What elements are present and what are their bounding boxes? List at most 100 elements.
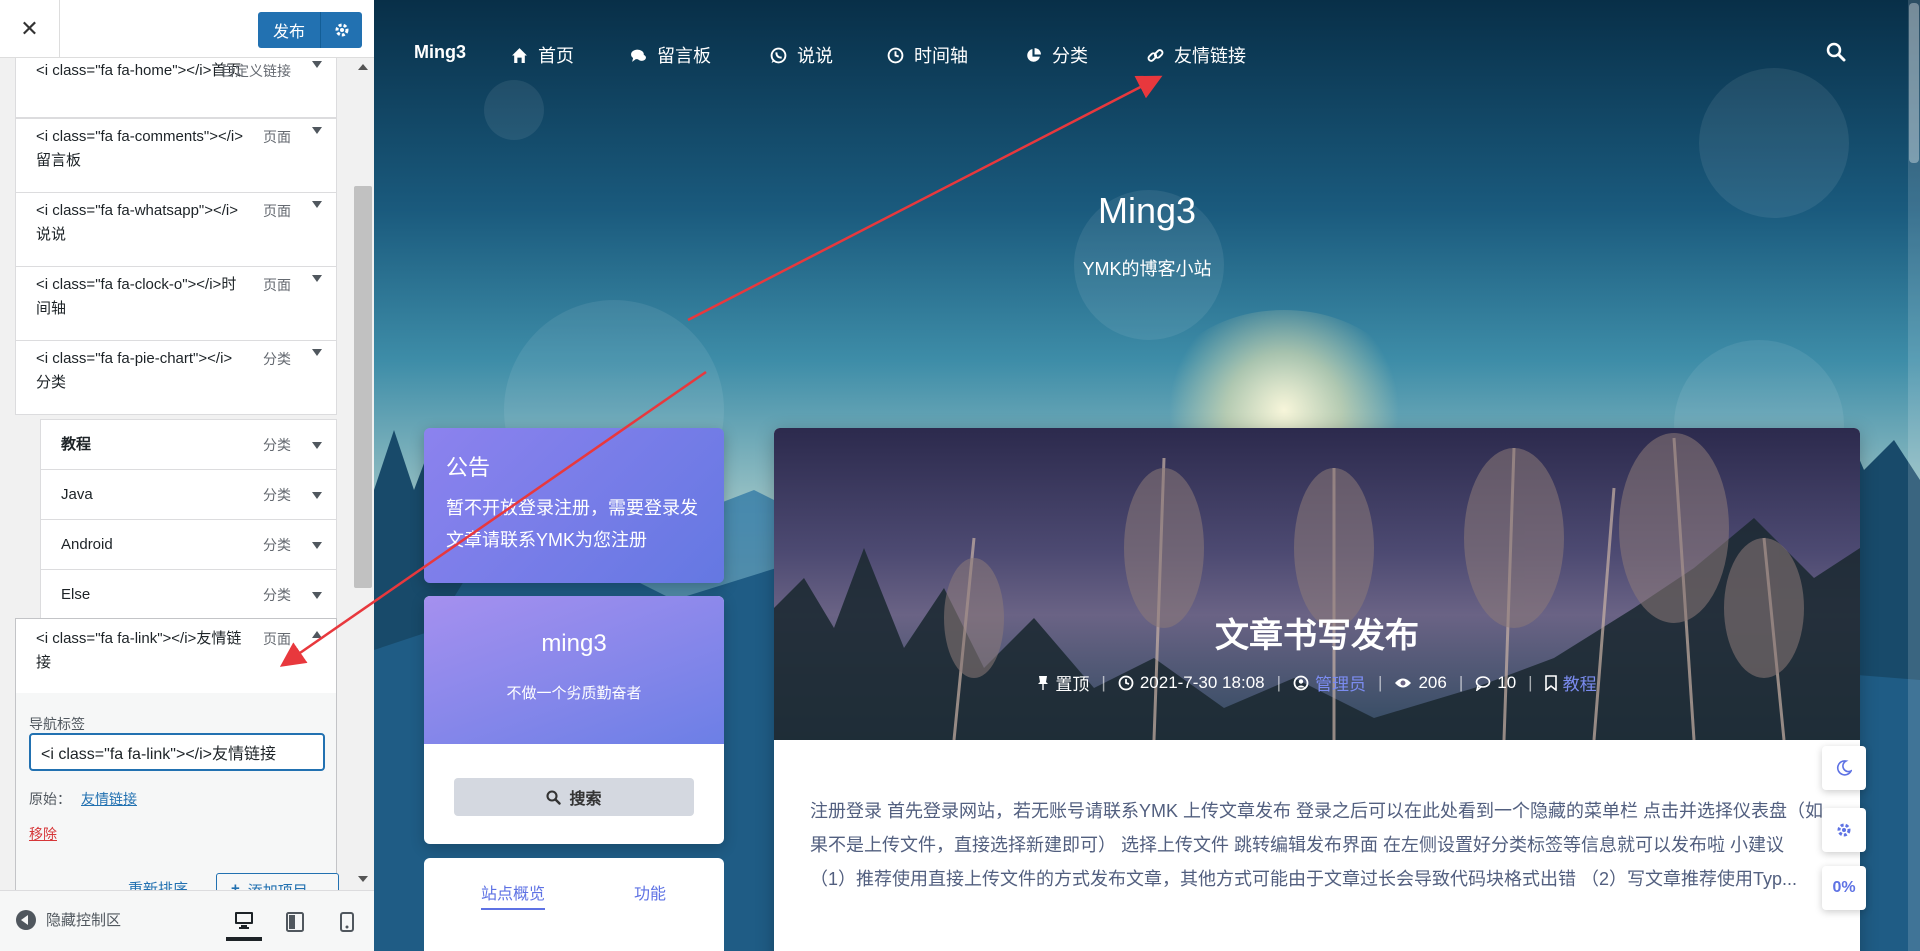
menu-item-type: 分类 xyxy=(263,487,291,503)
meta-date: 2021-7-30 18:08 xyxy=(1118,673,1265,693)
whatsapp-icon xyxy=(770,47,787,63)
chevron-down-icon[interactable] xyxy=(312,442,322,449)
search-label: 搜索 xyxy=(569,791,602,808)
original-row: 原始： 友情链接 xyxy=(29,789,137,809)
sub-item-else[interactable]: Else 分类 xyxy=(40,569,337,620)
comments-icon xyxy=(631,49,646,62)
settings-button[interactable] xyxy=(1822,808,1866,852)
menu-items-list[interactable]: <i class="fa fa-home"></i>首页 自定义链接 <i cl… xyxy=(0,58,374,890)
site-brand-link[interactable]: Ming3 xyxy=(414,42,466,63)
search-button[interactable]: 搜索 xyxy=(454,778,694,816)
search-icon xyxy=(546,789,562,805)
collapse-arrow-icon xyxy=(16,909,36,930)
search-icon xyxy=(1826,42,1846,62)
menu-item-comments[interactable]: <i class="fa fa-comments"></i>留言板 页面 xyxy=(15,118,337,193)
menu-item-type: 自定义链接 xyxy=(221,63,291,79)
nav-label: 留言板 xyxy=(657,46,711,66)
chevron-down-icon[interactable] xyxy=(312,592,322,599)
menu-item-home[interactable]: <i class="fa fa-home"></i>首页 自定义链接 xyxy=(15,58,337,118)
chevron-up-icon[interactable] xyxy=(312,631,322,638)
menu-item-type: 页面 xyxy=(263,277,291,293)
panel-scrollbar[interactable] xyxy=(352,58,374,890)
publish-button[interactable]: 发布 xyxy=(258,12,320,48)
preview-scrollbar[interactable] xyxy=(1908,0,1920,951)
menu-item-timeline[interactable]: <i class="fa fa-clock-o"></i>时间轴 页面 xyxy=(15,266,337,341)
menu-item-whatsapp[interactable]: <i class="fa fa-whatsapp"></i>说说 页面 xyxy=(15,192,337,267)
menu-item-type: 分类 xyxy=(263,351,291,367)
publish-group: 发布 xyxy=(258,12,362,48)
meta-separator: | xyxy=(1101,672,1106,692)
tablet-icon xyxy=(286,912,304,932)
sub-item-android[interactable]: Android 分类 xyxy=(40,519,337,570)
sub-item-java[interactable]: Java 分类 xyxy=(40,469,337,520)
nav-link-talk[interactable]: 说说 xyxy=(770,42,833,68)
original-caption: 原始： xyxy=(29,791,71,807)
post-title[interactable]: 文章书写发布 xyxy=(774,608,1860,657)
tab-site-overview[interactable]: 站点概览 xyxy=(481,880,546,910)
remove-link[interactable]: 移除 xyxy=(29,824,57,844)
chevron-down-icon[interactable] xyxy=(312,127,322,134)
collapse-controls-button[interactable]: 隐藏控制区 xyxy=(16,909,121,930)
link-icon xyxy=(1147,48,1164,62)
scrollbar-thumb[interactable] xyxy=(354,186,372,588)
meta-comments: 10 xyxy=(1475,673,1516,693)
chevron-down-icon[interactable] xyxy=(312,349,322,356)
meta-views: 206 xyxy=(1394,673,1447,693)
scroll-down-arrow-icon[interactable] xyxy=(358,876,368,882)
dark-mode-button[interactable] xyxy=(1822,746,1866,790)
add-item-label: 添加项目 xyxy=(248,880,308,890)
panel-header: ✕ 发布 xyxy=(0,0,374,58)
nav-link-timeline[interactable]: 时间轴 xyxy=(887,42,968,68)
menu-item-category[interactable]: <i class="fa fa-pie-chart"></i>分类 分类 xyxy=(15,340,337,415)
mobile-icon xyxy=(340,912,354,932)
preview-scrollbar-thumb[interactable] xyxy=(1909,3,1919,163)
scroll-progress-button[interactable]: 0% xyxy=(1822,866,1866,910)
reorder-link[interactable]: 重新排序 xyxy=(128,878,188,890)
tab-features[interactable]: 功能 xyxy=(634,880,666,904)
tablet-preview-button[interactable] xyxy=(277,903,313,941)
post-card[interactable]: 文章书写发布 置顶 | 2021-7-30 18:08 | 管理员 | 206 … xyxy=(774,428,1860,951)
chevron-down-icon[interactable] xyxy=(312,275,322,282)
menu-item-title: Java xyxy=(61,486,93,503)
comments-icon xyxy=(1475,675,1491,691)
nav-link-friend-links[interactable]: 友情链接 xyxy=(1147,42,1246,68)
home-icon xyxy=(512,47,527,63)
close-button[interactable]: ✕ xyxy=(0,0,60,58)
menu-item-title: <i class="fa fa-link"></i>友情链接 xyxy=(36,630,242,671)
site-preview[interactable]: Ming3 首页 留言板 说说 时间轴 分类 友情链接 Ming3 YMK的博客… xyxy=(374,0,1920,951)
menu-item-title: <i class="fa fa-home"></i>首页 xyxy=(36,62,242,79)
sub-item-tutorial[interactable]: 教程 分类 xyxy=(40,419,337,470)
menu-item-type: 页面 xyxy=(263,129,291,145)
post-cover-image[interactable]: 文章书写发布 置顶 | 2021-7-30 18:08 | 管理员 | 206 … xyxy=(774,428,1860,740)
meta-separator: | xyxy=(1276,672,1282,692)
nav-link-home[interactable]: 首页 xyxy=(511,42,574,68)
plus-icon: + xyxy=(231,880,240,890)
chevron-down-icon[interactable] xyxy=(312,61,322,68)
chevron-down-icon[interactable] xyxy=(312,492,322,499)
meta-category: 教程 xyxy=(1544,670,1597,695)
menu-item-type: 分类 xyxy=(263,437,291,453)
bookmark-icon xyxy=(1544,674,1557,691)
nav-search-button[interactable] xyxy=(1826,42,1846,67)
menu-item-title: <i class="fa fa-clock-o"></i>时间轴 xyxy=(36,276,237,317)
chevron-down-icon[interactable] xyxy=(312,201,322,208)
scroll-up-arrow-icon[interactable] xyxy=(358,64,368,70)
meta-category-link[interactable]: 教程 xyxy=(1563,670,1597,695)
nav-label-input[interactable] xyxy=(29,733,325,771)
post-meta: 置顶 | 2021-7-30 18:08 | 管理员 | 206 | 10 | … xyxy=(774,670,1860,695)
nav-label: 时间轴 xyxy=(914,46,968,66)
original-link[interactable]: 友情链接 xyxy=(81,791,137,807)
add-item-button[interactable]: + 添加项目 xyxy=(216,873,339,890)
nav-link-category[interactable]: 分类 xyxy=(1025,42,1088,68)
nav-link-guestbook[interactable]: 留言板 xyxy=(630,42,711,68)
desktop-preview-button[interactable] xyxy=(226,903,262,941)
meta-author-link[interactable]: 管理员 xyxy=(1315,670,1366,695)
meta-separator: | xyxy=(1458,672,1464,692)
meta-separator: | xyxy=(1378,672,1383,692)
expanded-item-header[interactable]: <i class="fa fa-link"></i>友情链接 页面 xyxy=(16,619,336,693)
mobile-preview-button[interactable] xyxy=(329,903,365,941)
chevron-down-icon[interactable] xyxy=(312,542,322,549)
menu-item-title: 教程 xyxy=(61,436,92,453)
nav-label: 首页 xyxy=(538,46,574,66)
publish-settings-button[interactable] xyxy=(320,12,362,48)
